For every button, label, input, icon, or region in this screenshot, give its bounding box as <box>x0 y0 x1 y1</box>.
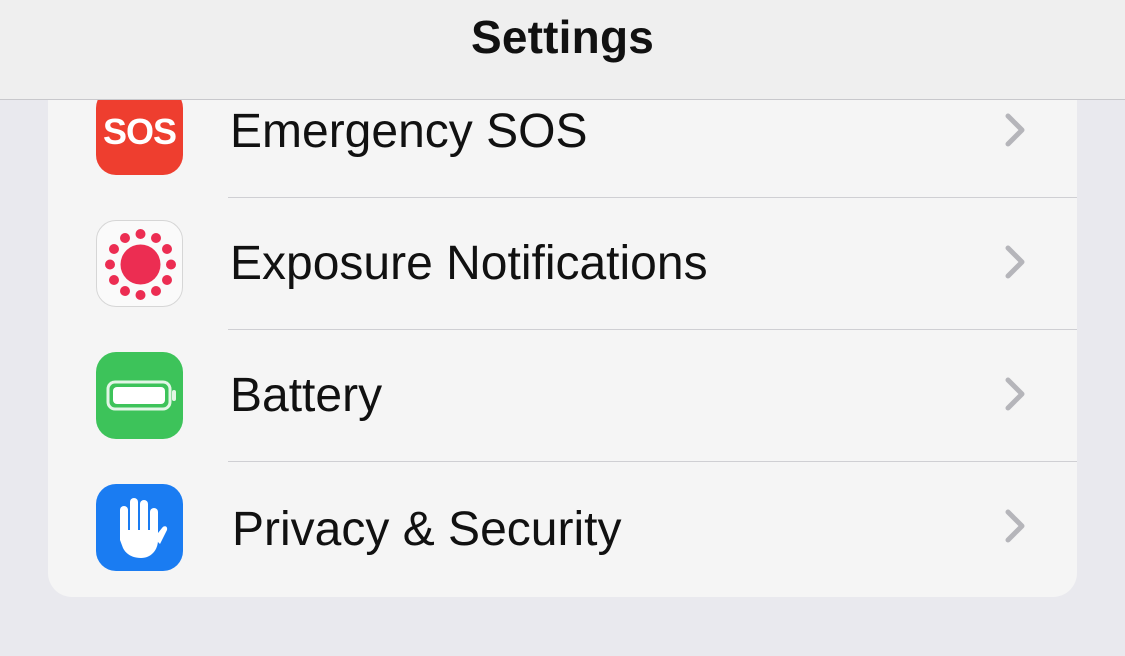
settings-row-label: Privacy & Security <box>232 503 622 556</box>
chevron-right-icon <box>1005 509 1025 543</box>
chevron-right-icon <box>1005 113 1025 147</box>
settings-row-label: Exposure Notifications <box>230 237 708 290</box>
navigation-bar: Settings <box>0 0 1125 100</box>
settings-row-battery[interactable]: Battery <box>48 330 1077 462</box>
exposure-notifications-icon <box>96 220 183 307</box>
page-title: Settings <box>470 11 655 63</box>
settings-row-label: Emergency SOS <box>230 105 588 158</box>
settings-row-exposure-notifications[interactable]: Exposure Notifications <box>48 198 1077 330</box>
settings-group: SOS Emergency SOS Exposure Notifications… <box>48 60 1077 597</box>
settings-row-label: Battery <box>230 369 383 422</box>
chevron-right-icon <box>1005 377 1025 411</box>
sos-icon: SOS <box>96 88 183 175</box>
hand-icon <box>96 484 183 571</box>
battery-icon <box>96 352 183 439</box>
settings-row-privacy-security[interactable]: Privacy & Security <box>48 462 1077 594</box>
chevron-right-icon <box>1005 245 1025 279</box>
